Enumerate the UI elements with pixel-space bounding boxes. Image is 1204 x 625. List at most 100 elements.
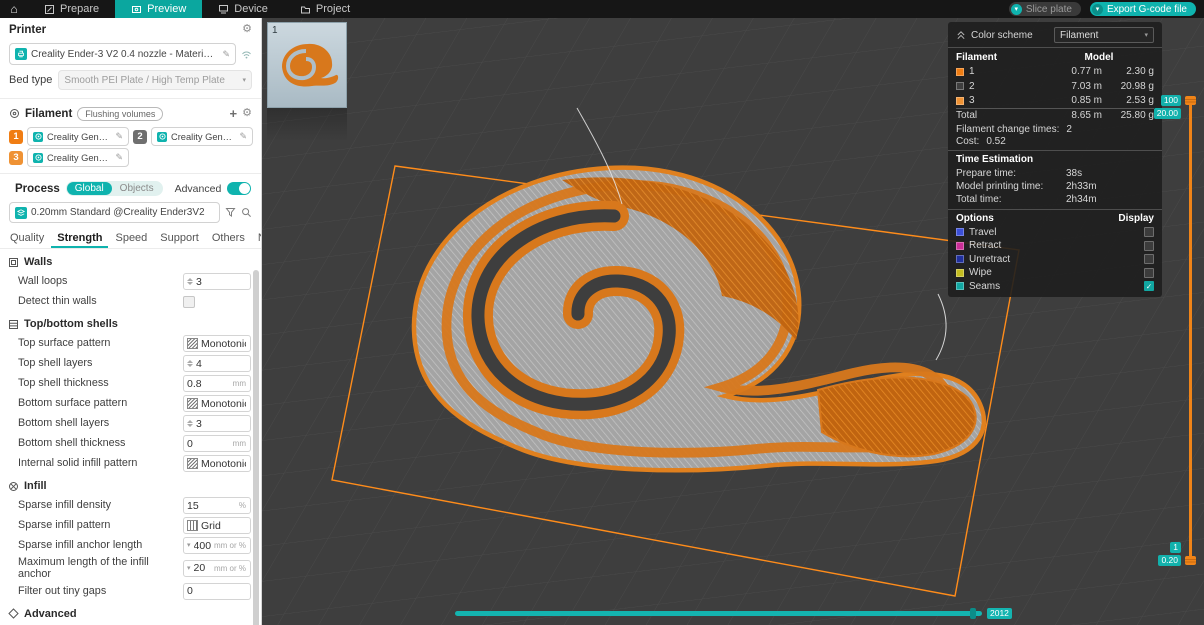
layer-slider-track[interactable] <box>1189 104 1192 556</box>
bed-type-select[interactable]: Smooth PEI Plate / High Temp Plate ▾ <box>58 70 252 90</box>
setting-row: Top shell layers 4 <box>0 354 261 373</box>
filament-3-badge[interactable]: 3 <box>9 150 23 165</box>
spinner-arrows-icon[interactable] <box>187 278 193 285</box>
bottom-shell-thickness-input[interactable]: 0 mm <box>183 435 251 452</box>
setting-label: Top shell thickness <box>18 377 109 390</box>
tab-strength[interactable]: Strength <box>51 229 109 248</box>
internal-solid-infill-pattern-select[interactable]: Monotonic <box>183 455 251 472</box>
scope-global[interactable]: Global <box>66 182 112 195</box>
preview-icon <box>132 5 142 13</box>
edit-filament-icon[interactable]: ✎ <box>115 132 123 141</box>
process-section-header: Process Global Objects Advanced ⚙ <box>0 177 261 200</box>
export-gcode-button[interactable]: ▾ Export G-code file <box>1089 2 1196 16</box>
grid-pattern-icon <box>187 520 198 531</box>
setting-label: Detect thin walls <box>18 295 97 308</box>
scope-objects[interactable]: Objects <box>112 182 162 195</box>
detect-thin-walls-checkbox[interactable] <box>183 295 195 308</box>
setting-row: Sparse infill pattern Grid <box>0 516 261 535</box>
wall-loops-input[interactable]: 3 <box>183 273 251 290</box>
unretract-color-swatch <box>956 255 964 264</box>
slice-dropdown-icon[interactable]: ▾ <box>1010 3 1022 15</box>
device-icon <box>219 4 229 13</box>
setting-label: Top surface pattern <box>18 337 111 350</box>
sparse-infill-density-input[interactable]: 15 % <box>183 497 251 514</box>
bottom-surface-pattern-select[interactable]: Monotonic <box>183 395 251 412</box>
flushing-volumes-button[interactable]: Flushing volumes <box>77 106 164 121</box>
cost: Cost: 0.52 <box>956 135 1006 147</box>
time-estimation-title: Time Estimation <box>948 149 1162 167</box>
home-button[interactable]: ⌂ <box>0 0 28 18</box>
filament-1-select[interactable]: Creality Generic PLA ✎ <box>27 127 129 146</box>
search-icon[interactable] <box>241 207 252 218</box>
advanced-toggle[interactable] <box>227 182 252 195</box>
top-shell-thickness-input[interactable]: 0.8 mm <box>183 375 251 392</box>
max-infill-anchor-length-select[interactable]: ▾ 20 mm or % <box>183 559 251 577</box>
setting-label: Filter out tiny gaps <box>18 585 107 598</box>
wifi-icon[interactable] <box>241 49 252 59</box>
tab-notes[interactable]: Notes <box>252 229 261 248</box>
filament-settings-gear-icon[interactable]: ⚙ <box>242 108 252 119</box>
tab-project[interactable]: Project <box>284 0 366 18</box>
layer-top-number: 100 <box>1160 95 1181 106</box>
wipe-checkbox[interactable] <box>1144 267 1154 278</box>
move-slider-handle[interactable] <box>970 608 976 619</box>
bottom-shell-layers-input[interactable]: 3 <box>183 415 251 432</box>
advanced-label: Advanced <box>174 182 222 195</box>
tab-prepare[interactable]: Prepare <box>28 0 115 18</box>
seams-checkbox[interactable] <box>1144 281 1154 292</box>
move-slider-track[interactable] <box>455 608 982 619</box>
slice-plate-button[interactable]: ▾ Slice plate <box>1008 2 1081 16</box>
filament-2-badge[interactable]: 2 <box>133 129 147 144</box>
export-gcode-label: Export G-code file <box>1106 3 1187 15</box>
section-top-bottom-shells[interactable]: Top/bottom shells <box>0 314 261 334</box>
viewport-3d[interactable]: 1 Color scheme Filament ▾ Filament Model… <box>262 18 1204 625</box>
top-surface-pattern-select[interactable]: Monotonic <box>183 335 251 352</box>
tab-support[interactable]: Support <box>154 229 205 248</box>
tab-preview[interactable]: Preview <box>115 0 203 18</box>
monotonic-pattern-icon <box>187 398 198 409</box>
export-dropdown-icon[interactable]: ▾ <box>1091 3 1103 15</box>
unretract-checkbox[interactable] <box>1144 254 1154 265</box>
tab-quality[interactable]: Quality <box>4 229 50 248</box>
filter-tiny-gaps-input[interactable]: 0 <box>183 582 251 600</box>
section-walls[interactable]: Walls <box>0 252 261 272</box>
layer-slider-bottom-handle[interactable] <box>1185 556 1196 565</box>
time-row: Model printing time: 2h33m <box>956 180 1097 192</box>
section-infill[interactable]: Infill <box>0 476 261 496</box>
option-row-retract: Retract <box>948 239 1162 253</box>
add-filament-icon[interactable]: + <box>230 107 238 120</box>
preset-name: 0.20mm Standard @Creality Ender3V2 <box>31 207 205 218</box>
printer-name: Creality Ender-3 V2 0.4 nozzle - Materia… <box>31 48 218 60</box>
printer-settings-gear-icon[interactable]: ⚙ <box>242 24 252 35</box>
tab-others[interactable]: Others <box>206 229 251 248</box>
preset-row: 0.20mm Standard @Creality Ender3V2 <box>0 200 261 225</box>
section-advanced[interactable]: Advanced <box>0 604 261 624</box>
filter-icon[interactable] <box>225 207 236 218</box>
sparse-infill-anchor-length-select[interactable]: ▾ 400% mm or % <box>183 537 251 554</box>
edit-filament-icon[interactable]: ✎ <box>239 132 247 141</box>
tab-device[interactable]: Device <box>202 0 284 18</box>
retract-checkbox[interactable] <box>1144 240 1154 251</box>
process-preset-select[interactable]: 0.20mm Standard @Creality Ender3V2 <box>9 202 220 223</box>
color-scheme-select[interactable]: Filament ▾ <box>1054 27 1154 43</box>
layer-slider-top-handle[interactable] <box>1185 96 1196 105</box>
spinner-arrows-icon[interactable] <box>187 420 193 427</box>
filament-1-badge[interactable]: 1 <box>9 129 23 144</box>
spinner-arrows-icon[interactable] <box>187 360 193 367</box>
setting-row: Bottom shell thickness 0 mm <box>0 434 261 453</box>
filament-3-select[interactable]: Creality Generic PLA ✎ <box>27 148 129 167</box>
tab-label: Project <box>315 3 351 15</box>
filament-2-select[interactable]: Creality Generic PLA ✎ <box>151 127 253 146</box>
section-title: Advanced <box>24 607 77 620</box>
printer-select[interactable]: Creality Ender-3 V2 0.4 nozzle - Materia… <box>9 43 236 65</box>
setting-label: Bottom shell layers <box>18 417 110 430</box>
edit-filament-icon[interactable]: ✎ <box>115 153 123 162</box>
edit-printer-icon[interactable]: ✎ <box>222 49 230 59</box>
travel-checkbox[interactable] <box>1144 227 1154 238</box>
sparse-infill-pattern-select[interactable]: Grid <box>183 517 251 534</box>
collapse-icon[interactable] <box>956 30 966 40</box>
plate-1-thumbnail[interactable]: 1 <box>267 22 347 108</box>
tab-speed[interactable]: Speed <box>109 229 153 248</box>
top-shell-layers-input[interactable]: 4 <box>183 355 251 372</box>
left-panel-scrollbar[interactable] <box>253 270 259 625</box>
